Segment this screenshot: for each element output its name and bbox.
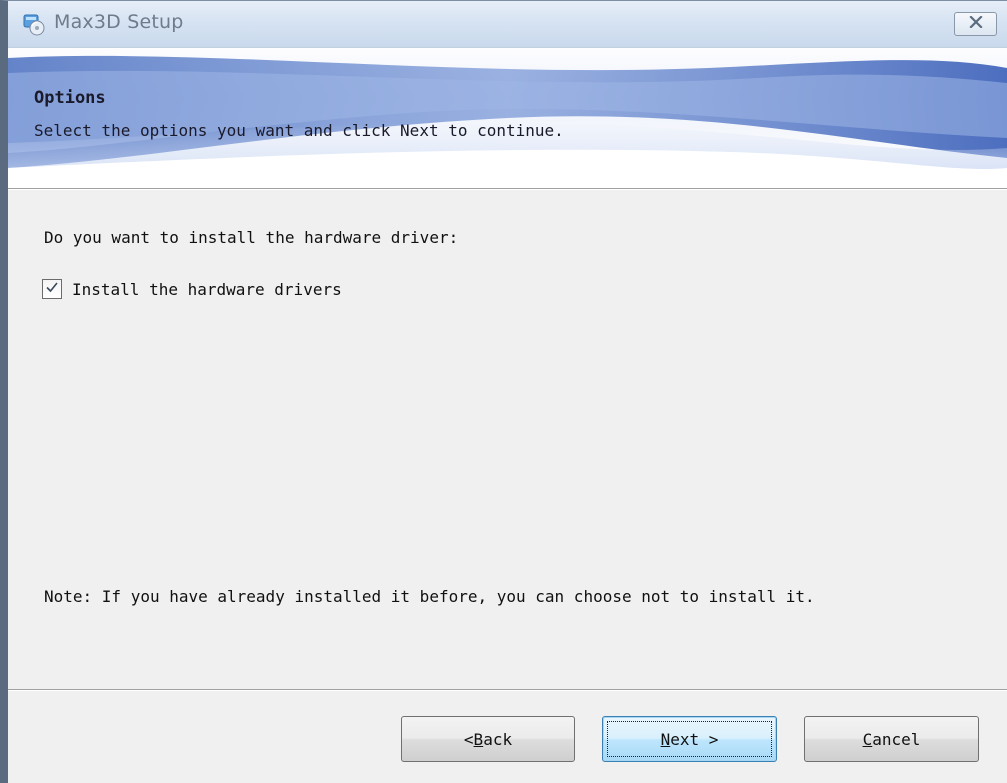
cancel-button-mnemonic: C (862, 729, 873, 749)
page-subtitle: Select the options you want and click Ne… (34, 121, 564, 140)
install-drivers-checkbox[interactable] (42, 279, 62, 299)
page-title: Options (34, 88, 106, 108)
install-drivers-option[interactable]: Install the hardware drivers (42, 277, 342, 301)
back-button-mnemonic: B (473, 729, 484, 749)
banner-wave-graphic (8, 55, 1007, 188)
back-button-prefix: < (463, 729, 474, 749)
window-title: Max3D Setup (54, 11, 184, 33)
header-divider (8, 188, 1007, 190)
setup-window: Max3D Setup Options Select the options y… (0, 0, 1007, 783)
install-drivers-label[interactable]: Install the hardware drivers (72, 280, 342, 299)
focus-ring (607, 721, 772, 757)
installer-disc-icon (22, 12, 46, 36)
driver-question: Do you want to install the hardware driv… (44, 228, 459, 247)
back-button[interactable]: < Back (401, 716, 575, 762)
close-button[interactable] (954, 12, 997, 36)
cancel-button-rest: ancel (872, 729, 921, 749)
cancel-button[interactable]: Cancel (804, 716, 979, 762)
footer-divider (8, 689, 1007, 691)
title-bar[interactable]: Max3D Setup (8, 1, 1007, 48)
checkmark-icon (44, 279, 60, 300)
next-button[interactable]: Next > (602, 716, 777, 762)
header-banner: Options Select the options you want and … (8, 48, 1007, 188)
back-button-rest: ack (483, 729, 513, 749)
install-note: Note: If you have already installed it b… (44, 587, 815, 606)
close-icon (968, 15, 983, 33)
